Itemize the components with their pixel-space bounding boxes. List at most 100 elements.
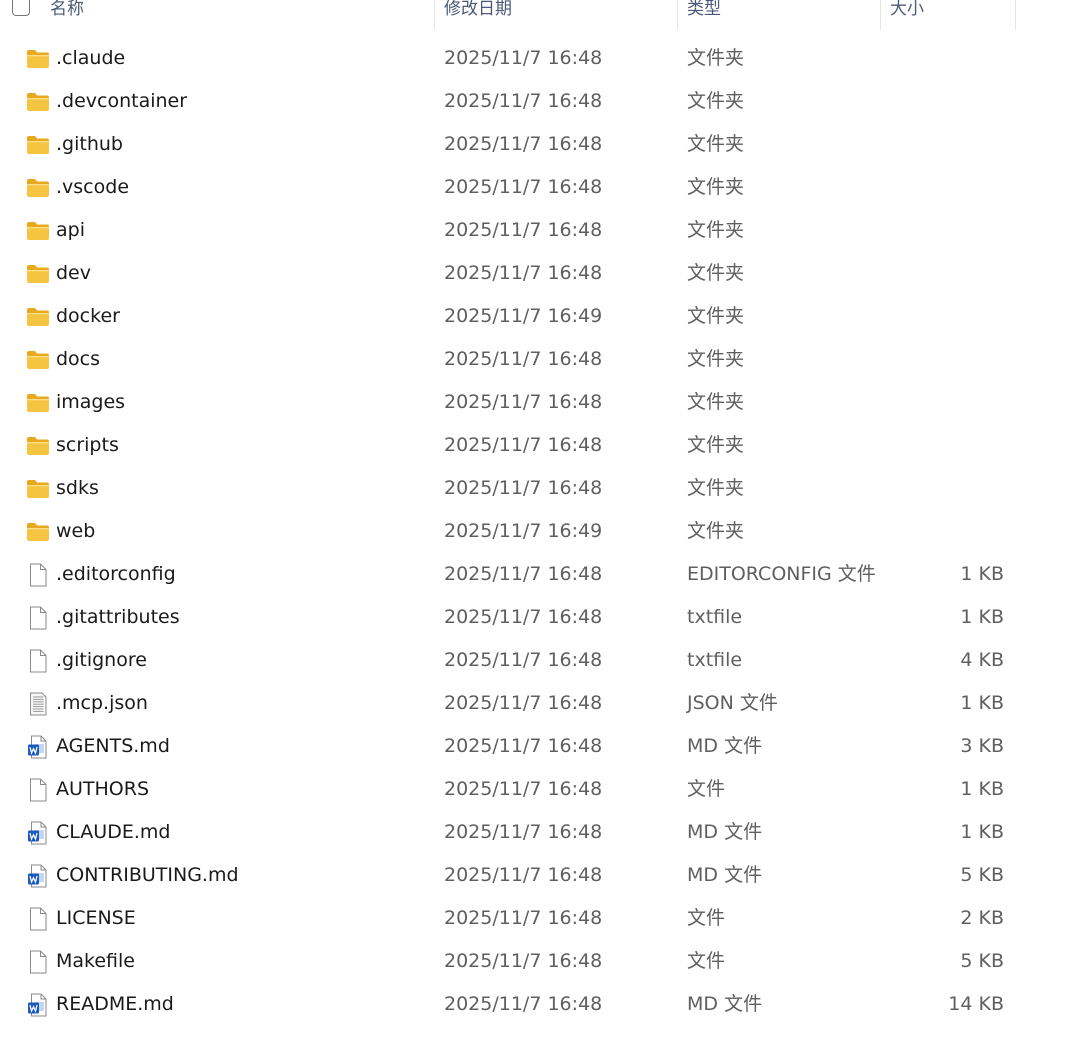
file-modified-date: 2025/11/7 16:49: [444, 305, 603, 327]
file-modified-date: 2025/11/7 16:48: [444, 262, 603, 284]
file-name: AGENTS.md: [56, 735, 170, 757]
file-modified-date: 2025/11/7 16:48: [444, 692, 603, 714]
word-document-icon: [26, 864, 50, 888]
file-row[interactable]: .vscode 2025/11/7 16:48 文件夹: [0, 166, 1065, 209]
file-modified-date: 2025/11/7 16:48: [444, 864, 603, 886]
file-size: 5 KB: [960, 864, 1004, 886]
column-header-type[interactable]: 类型: [687, 0, 879, 28]
file-type: MD 文件: [687, 864, 763, 886]
folder-icon: [26, 263, 50, 285]
file-row[interactable]: AGENTS.md 2025/11/7 16:48 MD 文件 3 KB: [0, 725, 1065, 768]
file-name: .gitattributes: [56, 606, 180, 628]
file-type: JSON 文件: [687, 692, 778, 714]
select-all-checkbox[interactable]: [12, 0, 30, 16]
file-name: .claude: [56, 47, 126, 69]
text-file-icon: [26, 692, 50, 716]
file-type: 文件夹: [687, 520, 745, 542]
file-type: 文件: [687, 907, 726, 929]
file-row[interactable]: Makefile 2025/11/7 16:48 文件 5 KB: [0, 940, 1065, 983]
folder-icon: [26, 134, 50, 156]
folder-icon: [26, 478, 50, 500]
file-row[interactable]: .gitattributes 2025/11/7 16:48 txtfile 1 KB: [0, 596, 1065, 639]
file-type: 文件夹: [687, 90, 745, 112]
file-type: txtfile: [687, 606, 743, 628]
file-type: 文件夹: [687, 391, 745, 413]
column-divider[interactable]: [434, 0, 435, 30]
blank-file-icon: [26, 778, 50, 802]
word-document-icon: [26, 735, 50, 759]
column-header-size[interactable]: 大小: [890, 0, 1014, 28]
file-type: 文件夹: [687, 176, 745, 198]
file-size: 1 KB: [960, 821, 1004, 843]
file-name: .github: [56, 133, 123, 155]
file-modified-date: 2025/11/7 16:48: [444, 133, 603, 155]
file-row[interactable]: AUTHORS 2025/11/7 16:48 文件 1 KB: [0, 768, 1065, 811]
column-header-modified[interactable]: 修改日期: [444, 0, 676, 28]
file-row[interactable]: images 2025/11/7 16:48 文件夹: [0, 381, 1065, 424]
file-modified-date: 2025/11/7 16:48: [444, 90, 603, 112]
file-type: 文件夹: [687, 305, 745, 327]
file-type: 文件夹: [687, 348, 745, 370]
file-modified-date: 2025/11/7 16:48: [444, 563, 603, 585]
file-type: MD 文件: [687, 821, 763, 843]
file-size: 1 KB: [960, 778, 1004, 800]
file-name: CLAUDE.md: [56, 821, 171, 843]
file-row[interactable]: .editorconfig 2025/11/7 16:48 EDITORCONFIG…: [0, 553, 1065, 596]
file-row[interactable]: CONTRIBUTING.md 2025/11/7 16:48 MD 文件 5 KB: [0, 854, 1065, 897]
file-name: scripts: [56, 434, 119, 456]
folder-icon: [26, 177, 50, 199]
folder-icon: [26, 306, 50, 328]
file-name: .gitignore: [56, 649, 147, 671]
file-row[interactable]: .devcontainer 2025/11/7 16:48 文件夹: [0, 80, 1065, 123]
file-modified-date: 2025/11/7 16:48: [444, 47, 603, 69]
file-name: docker: [56, 305, 120, 327]
folder-icon: [26, 349, 50, 371]
file-name: docs: [56, 348, 101, 370]
file-modified-date: 2025/11/7 16:48: [444, 477, 603, 499]
file-type: 文件: [687, 778, 726, 800]
blank-file-icon: [26, 649, 50, 673]
file-modified-date: 2025/11/7 16:48: [444, 735, 603, 757]
file-modified-date: 2025/11/7 16:48: [444, 606, 603, 628]
file-name: web: [56, 520, 96, 542]
file-name: .mcp.json: [56, 692, 148, 714]
file-row[interactable]: .mcp.json 2025/11/7 16:48 JSON 文件 1 KB: [0, 682, 1065, 725]
column-divider[interactable]: [677, 0, 678, 30]
file-type: 文件夹: [687, 133, 745, 155]
file-type: 文件夹: [687, 434, 745, 456]
file-row[interactable]: scripts 2025/11/7 16:48 文件夹: [0, 424, 1065, 467]
file-row[interactable]: dev 2025/11/7 16:48 文件夹: [0, 252, 1065, 295]
file-type: 文件夹: [687, 219, 745, 241]
file-size: 4 KB: [960, 649, 1004, 671]
file-row[interactable]: README.md 2025/11/7 16:48 MD 文件 14 KB: [0, 983, 1065, 1026]
file-row[interactable]: docker 2025/11/7 16:49 文件夹: [0, 295, 1065, 338]
file-type: MD 文件: [687, 993, 763, 1015]
word-document-icon: [26, 821, 50, 845]
blank-file-icon: [26, 907, 50, 931]
blank-file-icon: [26, 950, 50, 974]
file-type: MD 文件: [687, 735, 763, 757]
file-row[interactable]: sdks 2025/11/7 16:48 文件夹: [0, 467, 1065, 510]
column-divider[interactable]: [880, 0, 881, 30]
file-modified-date: 2025/11/7 16:48: [444, 176, 603, 198]
file-row[interactable]: web 2025/11/7 16:49 文件夹: [0, 510, 1065, 553]
file-name: .editorconfig: [56, 563, 176, 585]
file-row[interactable]: api 2025/11/7 16:48 文件夹: [0, 209, 1065, 252]
file-type: txtfile: [687, 649, 743, 671]
file-row[interactable]: .gitignore 2025/11/7 16:48 txtfile 4 KB: [0, 639, 1065, 682]
blank-file-icon: [26, 563, 50, 587]
file-name: sdks: [56, 477, 99, 499]
file-row[interactable]: .claude 2025/11/7 16:48 文件夹: [0, 37, 1065, 80]
folder-icon: [26, 91, 50, 113]
column-divider[interactable]: [1015, 0, 1016, 30]
file-row[interactable]: LICENSE 2025/11/7 16:48 文件 2 KB: [0, 897, 1065, 940]
file-name: .devcontainer: [56, 90, 188, 112]
blank-file-icon: [26, 606, 50, 630]
file-row[interactable]: CLAUDE.md 2025/11/7 16:48 MD 文件 1 KB: [0, 811, 1065, 854]
folder-icon: [26, 220, 50, 242]
file-row[interactable]: .github 2025/11/7 16:48 文件夹: [0, 123, 1065, 166]
file-size: 5 KB: [960, 950, 1004, 972]
column-header-name[interactable]: 名称: [50, 0, 434, 28]
file-row[interactable]: docs 2025/11/7 16:48 文件夹: [0, 338, 1065, 381]
file-modified-date: 2025/11/7 16:48: [444, 391, 603, 413]
